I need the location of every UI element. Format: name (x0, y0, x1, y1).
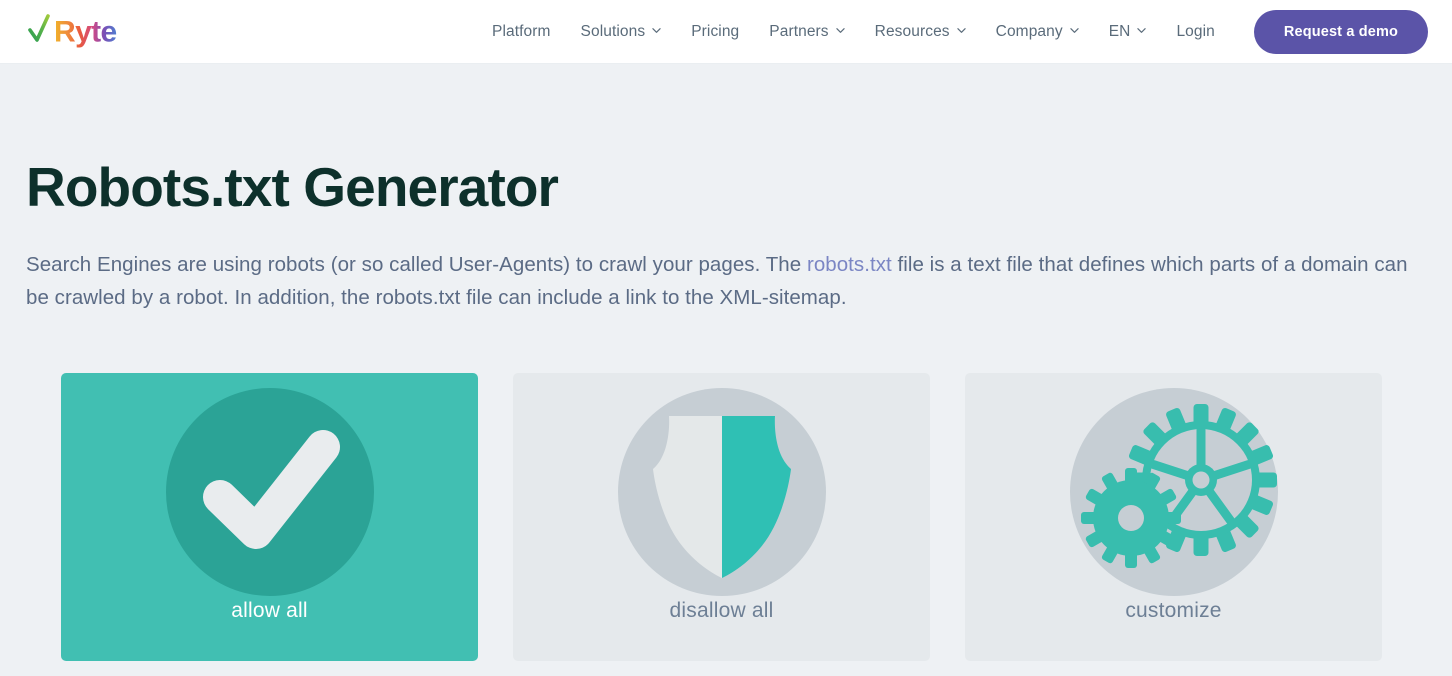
nav-item-partners[interactable]: Partners (754, 23, 859, 41)
chevron-down-icon (652, 26, 661, 35)
nav-label: Resources (874, 22, 950, 40)
option-card-label: customize (1125, 598, 1222, 622)
option-card-allow-all[interactable]: allow all (61, 372, 478, 661)
robots-txt-link[interactable]: robots.txt (807, 253, 892, 276)
svg-text:Ryte: Ryte (54, 15, 117, 48)
nav-label: Pricing (691, 22, 740, 40)
nav-item-platform[interactable]: Platform (477, 23, 566, 41)
logo-mark: Ryte (28, 13, 117, 48)
page-title: Robots.txt Generator (26, 156, 559, 218)
main-navigation: Platform Solutions Pricing Partners Reso… (477, 9, 1428, 54)
option-card-customize[interactable]: customize (965, 372, 1382, 661)
nav-item-resources[interactable]: Resources (860, 23, 981, 41)
site-header: Ryte Platform Solutions Pricing Partners… (0, 0, 1452, 64)
nav-label: Company (995, 22, 1063, 40)
page-description: Search Engines are using robots (or so c… (26, 248, 1426, 315)
nav-label: Partners (769, 22, 829, 40)
gears-icon (1067, 385, 1281, 599)
option-cards: allow all disallow all customize (26, 372, 1426, 661)
nav-item-solutions[interactable]: Solutions (566, 23, 677, 41)
nav-item-company[interactable]: Company (981, 23, 1094, 41)
nav-label: Platform (492, 22, 551, 40)
nav-label: EN (1108, 22, 1131, 40)
nav-item-pricing[interactable]: Pricing (676, 23, 754, 41)
option-card-disallow-all[interactable]: disallow all (513, 372, 930, 661)
nav-label: Solutions (580, 22, 646, 40)
nav-label: Login (1176, 22, 1215, 40)
ryte-logo[interactable]: Ryte (28, 12, 148, 52)
option-card-label: disallow all (669, 598, 774, 622)
check-circle-icon (163, 385, 377, 599)
request-demo-button[interactable]: Request a demo (1253, 9, 1428, 54)
chevron-down-icon (1137, 26, 1147, 35)
shield-icon (615, 385, 829, 599)
main-content: Robots.txt Generator Search Engines are … (0, 64, 1452, 676)
option-card-label: allow all (231, 598, 308, 622)
chevron-down-icon (956, 26, 966, 35)
description-text-part1: Search Engines are using robots (or so c… (26, 252, 807, 276)
chevron-down-icon (1070, 26, 1079, 35)
nav-item-language[interactable]: EN (1094, 23, 1162, 41)
nav-item-login[interactable]: Login (1161, 23, 1229, 41)
chevron-down-icon (835, 26, 845, 35)
